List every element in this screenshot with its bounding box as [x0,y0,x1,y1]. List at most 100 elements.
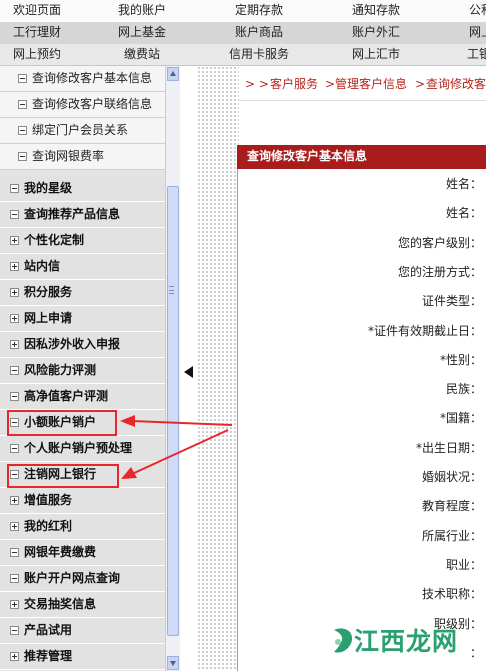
scroll-up-button[interactable] [167,67,179,81]
breadcrumb-item-customer-service[interactable]: 客户服务 [270,66,318,100]
form-field-label: 职业： [445,557,482,572]
nav-item-fx-market[interactable]: 网上汇市 [352,44,400,66]
nav-item-my-account[interactable]: 我的账户 [118,0,166,22]
highlight-box-small-account [7,410,117,436]
sidebar-item[interactable]: 查询推荐产品信息 [0,202,165,228]
sidebar-item[interactable]: 站内信 [0,254,165,280]
sidebar-item[interactable]: 增值服务 [0,488,165,514]
sidebar-item[interactable]: 我的星级 [0,176,165,202]
nav-item-appointment[interactable]: 网上预约 [13,44,61,66]
nav-item-wealth[interactable]: 工行理财 [13,22,61,44]
sidebar-item[interactable]: 个性化定制 [0,228,165,254]
sidebar-item[interactable]: 网银年费缴费 [0,540,165,566]
scroll-down-button[interactable] [167,656,179,670]
form-field-label: *证件有效期截止日： [367,323,482,338]
collapse-minus-icon [10,184,19,193]
sidebar-subitem-label: 查询修改客户基本信息 [32,71,153,85]
sidebar-item-label: 产品试用 [24,623,73,637]
collapse-sidebar-icon[interactable] [184,366,193,378]
panel-header: 查询修改客户基本信息 [237,145,486,169]
sidebar-item-label: 站内信 [24,259,61,273]
dotted-divider [197,66,239,671]
collapse-minus-icon [10,444,19,453]
sidebar-item[interactable]: 账户开户网点查询 [0,566,165,592]
form-field-label: *性别： [439,352,482,367]
arrow-down-icon [170,661,176,666]
panel-title: 查询修改客户基本信息 [247,149,368,163]
nav-item-payment[interactable]: 缴费站 [124,44,160,66]
watermark-text: 江西龙网 [354,627,459,656]
sidebar-subitem-label: 绑定门户会员关系 [32,123,129,137]
sidebar-item-label: 网上申请 [24,311,73,325]
sidebar-item[interactable]: 推荐管理 [0,644,165,670]
collapse-minus-icon [10,392,19,401]
form-field-label: 证件类型： [421,294,482,309]
sidebar-item-label: 账户开户网点查询 [24,571,121,585]
sidebar-item-label: 因私涉外收入申报 [24,337,121,351]
sidebar-item-label: 风险能力评测 [24,363,97,377]
sidebar-subitem[interactable]: 绑定门户会员关系 [0,118,165,144]
form-field-label: 民族： [445,382,482,397]
sidebar-item-label: 积分服务 [24,285,73,299]
nav-item-online[interactable]: 网上 [469,22,486,44]
breadcrumb-divider [239,100,486,101]
nav-row-3: 网上预约 缴费站 信用卡服务 网上汇市 工银 [0,44,486,66]
collapse-minus-icon [10,548,19,557]
nav-item-funds[interactable]: 网上基金 [118,22,166,44]
sidebar-item-label: 查询推荐产品信息 [24,207,121,221]
sidebar-item[interactable]: 风险能力评测 [0,358,165,384]
nav-item-housing-fund[interactable]: 公积金 [469,0,486,22]
sidebar-item-label: 个性化定制 [24,233,85,247]
minus-icon [18,126,27,135]
scroll-grip-icon [169,286,174,294]
form-field-label: 婚姻状况： [421,470,482,484]
expand-plus-icon [10,600,19,609]
sidebar-item[interactable]: 网上申请 [0,306,165,332]
form-field-label: *国籍： [439,411,482,426]
breadcrumb-item-manage-info[interactable]: 管理客户信息 [335,66,407,100]
scroll-thumb[interactable] [167,186,179,636]
sidebar-item[interactable]: 积分服务 [0,280,165,306]
sidebar-item[interactable]: 因私涉外收入申报 [0,332,165,358]
nav-item-notice-deposit[interactable]: 通知存款 [352,0,400,22]
expand-plus-icon [10,314,19,323]
nav-item-account-goods[interactable]: 账户商品 [235,22,283,44]
arrow-up-icon [170,71,176,76]
sidebar-item-label: 我的红利 [24,519,73,533]
expand-plus-icon [10,652,19,661]
expand-plus-icon [10,288,19,297]
breadcrumb-separator: > [415,77,426,91]
sidebar-subitem[interactable]: 查询修改客户联络信息 [0,92,165,118]
sidebar-subitem[interactable]: 查询修改客户基本信息 [0,66,165,92]
sidebar-item[interactable]: 我的红利 [0,514,165,540]
form-field-label: 姓名： [445,206,482,221]
nav-item-icbc[interactable]: 工银 [467,44,486,66]
expand-plus-icon [10,262,19,271]
form-field-label: 您的注册方式： [397,264,482,279]
collapse-minus-icon [10,210,19,219]
nav-item-welcome[interactable]: 欢迎页面 [13,0,61,22]
expand-plus-icon [10,236,19,245]
sidebar-subitem[interactable]: 查询网银费率 [0,144,165,170]
minus-icon [18,100,27,109]
breadcrumb-separator: > [325,77,336,91]
sidebar-item-label: 交易抽奖信息 [24,597,97,611]
sidebar-item[interactable]: 个人账户销户预处理 [0,436,165,462]
sidebar-item[interactable]: 产品试用 [0,618,165,644]
collapse-minus-icon [10,626,19,635]
form-field-label: 所属行业： [421,528,482,543]
sidebar-item-label: 个人账户销户预处理 [24,441,133,455]
nav-item-forex[interactable]: 账户外汇 [352,22,400,44]
sidebar-menu: 查询修改客户基本信息查询修改客户联络信息绑定门户会员关系 查询网银费率我的星级查询… [0,66,165,671]
sidebar-subitem-label: 查询网银费率 [32,149,105,163]
nav-item-fixed-deposit[interactable]: 定期存款 [235,0,283,22]
breadcrumb-prefix: > > [245,77,269,91]
sidebar-item[interactable]: 交易抽奖信息 [0,592,165,618]
nav-item-credit-card[interactable]: 信用卡服务 [229,44,289,66]
sidebar-scrollbar[interactable] [165,66,180,671]
nav-row-1: 欢迎页面 我的账户 定期存款 通知存款 公积金 [0,0,486,22]
breadcrumb-item-current[interactable]: 查询修改客 [426,66,486,100]
sidebar-item[interactable]: 高净值客户评测 [0,384,165,410]
sidebar-item-label: 网银年费缴费 [24,545,97,559]
sidebar-item-label: 增值服务 [24,493,73,507]
